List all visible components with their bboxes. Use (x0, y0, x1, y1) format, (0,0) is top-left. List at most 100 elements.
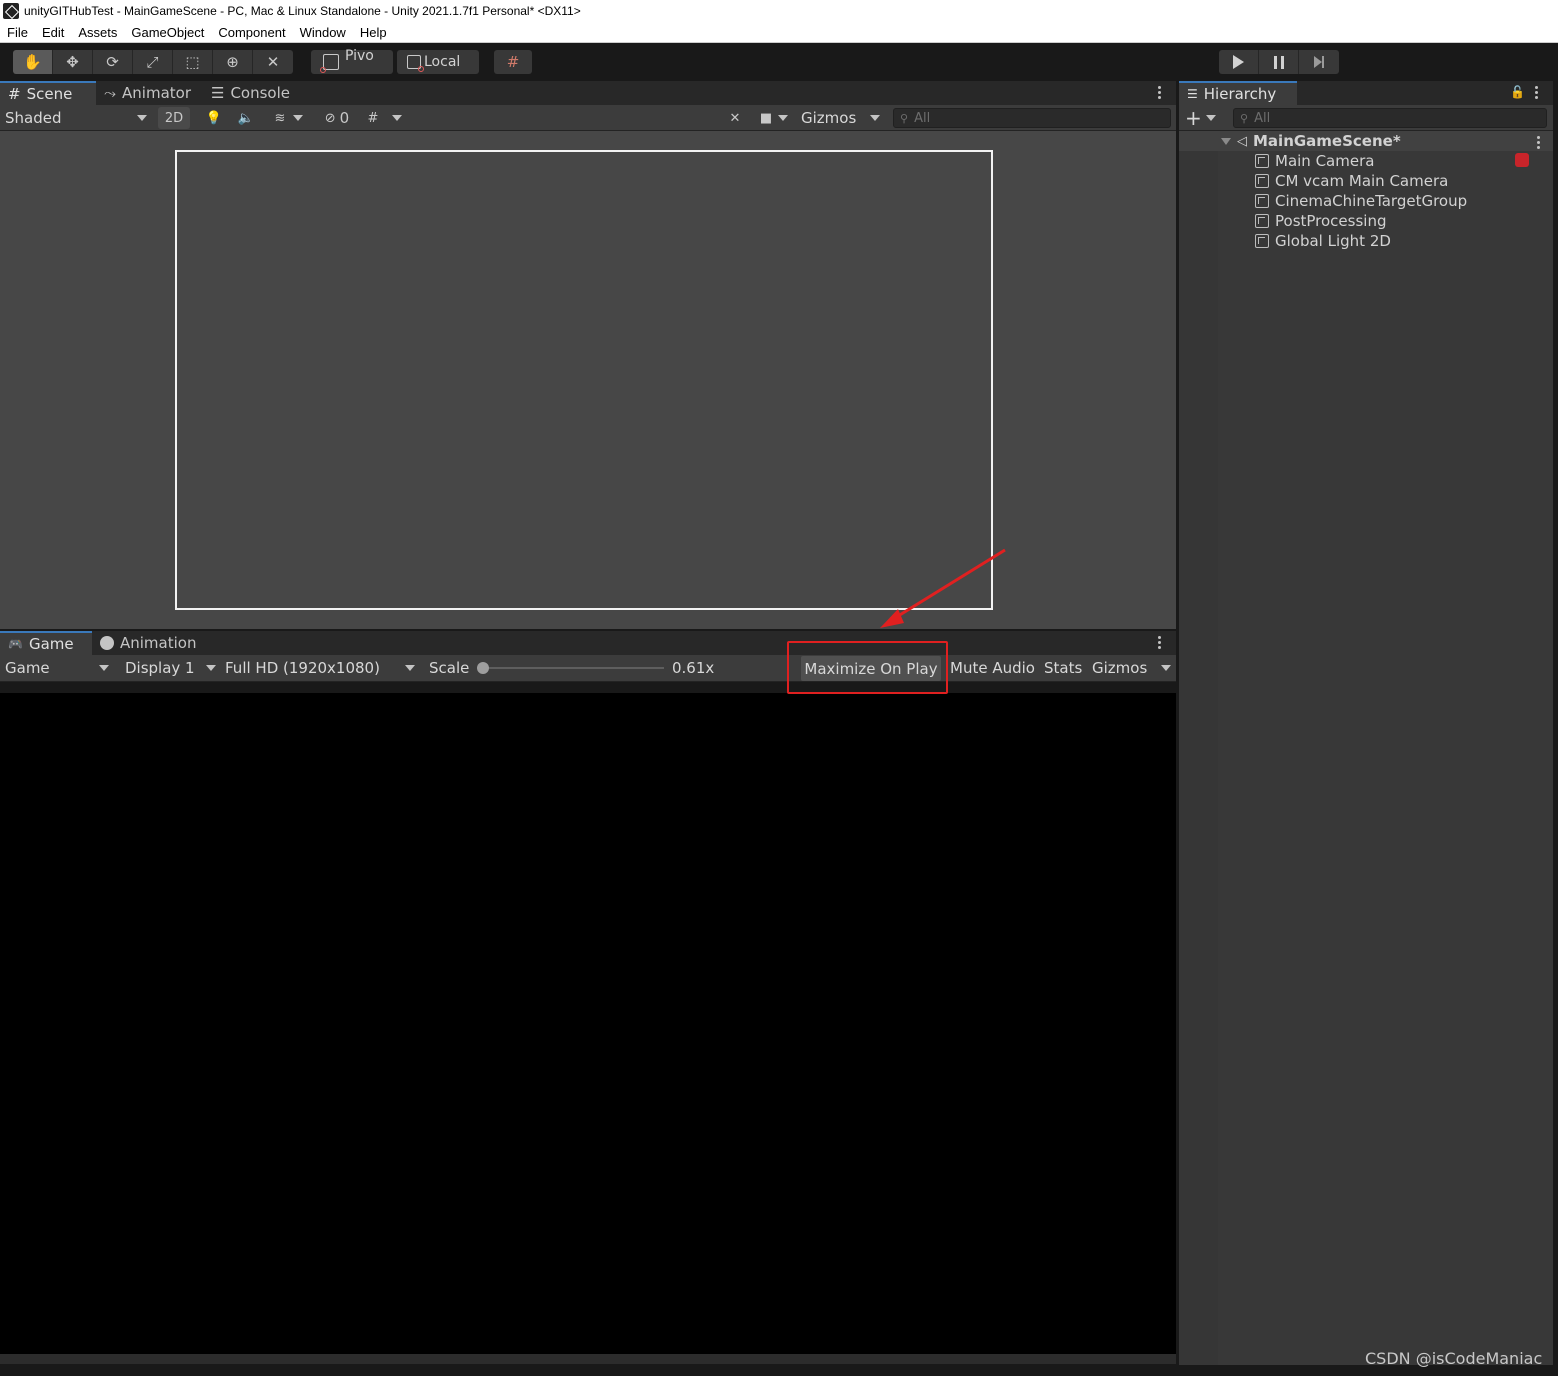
shading-dropdown[interactable]: Shaded (5, 105, 147, 131)
menu-window[interactable]: Window (293, 25, 353, 40)
grid-snap-icon: # (506, 53, 520, 71)
stats-label: Stats (1044, 659, 1083, 677)
game-viewport[interactable] (0, 693, 1176, 1354)
hand-tool-icon[interactable]: ✋ (13, 50, 53, 74)
stats-button[interactable]: Stats (1044, 655, 1082, 681)
camera-dropdown-icon[interactable]: ■ (755, 107, 793, 129)
pivot-toggle[interactable]: Pivo (311, 48, 393, 74)
resolution-dropdown[interactable]: Full HD (1920x1080) (225, 655, 415, 681)
play-icon (1233, 55, 1244, 69)
grid-snap-button[interactable]: # (494, 50, 532, 74)
hash-icon: # (8, 85, 21, 103)
menu-component[interactable]: Component (211, 25, 292, 40)
gameobject-cube-icon (1255, 174, 1269, 188)
title-bar: unityGITHubTest - MainGameScene - PC, Ma… (0, 0, 1558, 22)
chevron-down-icon (99, 665, 109, 671)
move-tool-icon[interactable]: ✥ (53, 50, 93, 74)
gamepad-icon: 🎮 (8, 637, 23, 651)
tab-hierarchy[interactable]: ☰ Hierarchy (1179, 81, 1297, 105)
local-toggle[interactable]: Local (397, 50, 479, 74)
tab-animation-label: Animation (120, 634, 197, 652)
pause-button[interactable] (1259, 50, 1299, 74)
rotate-tool-icon[interactable]: ⟳ (93, 50, 133, 74)
scale-tool-icon[interactable]: ⤢ (133, 50, 173, 74)
hierarchy-item[interactable]: CinemaChineTargetGroup (1255, 191, 1467, 211)
grid-toggle-icon[interactable]: # (360, 107, 410, 129)
chevron-down-icon (870, 115, 881, 121)
toggle-2d-label: 2D (164, 110, 184, 126)
hierarchy-item-label: CinemaChineTargetGroup (1275, 192, 1468, 210)
tab-scene[interactable]: # Scene (0, 81, 96, 105)
chevron-down-icon (405, 665, 415, 671)
lock-icon[interactable]: 🔓 (1510, 85, 1525, 99)
custom-tool-icon[interactable]: ✕ (253, 50, 293, 74)
tab-animator[interactable]: ⤳ Animator (96, 81, 203, 105)
tab-console[interactable]: ☰ Console (203, 81, 302, 105)
menu-gameobject[interactable]: GameObject (124, 25, 211, 40)
hierarchy-more-icon[interactable] (1534, 86, 1538, 99)
transform-tool-icon[interactable]: ⊕ (213, 50, 253, 74)
hierarchy-item-label: CM vcam Main Camera (1275, 172, 1449, 190)
hierarchy-item[interactable]: CM vcam Main Camera (1255, 171, 1448, 191)
mute-audio-label: Mute Audio (950, 659, 1035, 677)
game-scrollbar[interactable] (0, 1354, 1176, 1364)
rect-tool-icon[interactable]: ⬚ (173, 50, 213, 74)
game-more-icon[interactable] (1157, 636, 1161, 649)
create-dropdown[interactable]: + (1185, 105, 1219, 131)
camera-gizmo-icon[interactable] (1515, 153, 1529, 167)
scene-more-icon[interactable] (1157, 86, 1161, 99)
tools-icon[interactable]: ✕ (722, 107, 748, 129)
animator-icon: ⤳ (104, 84, 117, 102)
hidden-objects-toggle[interactable]: ⊘ 0 (318, 107, 356, 129)
camera-frame (175, 150, 993, 610)
menu-file[interactable]: File (0, 25, 35, 40)
gameobject-cube-icon (1255, 214, 1269, 228)
gameobject-cube-icon (1255, 234, 1269, 248)
mute-audio-button[interactable]: Mute Audio (950, 655, 1035, 681)
menu-assets[interactable]: Assets (71, 25, 124, 40)
scene-gizmos-dropdown[interactable]: Gizmos (801, 105, 881, 131)
hierarchy-item[interactable]: Global Light 2D (1255, 231, 1391, 251)
display-dropdown[interactable]: Display 1 (125, 655, 216, 681)
audio-toggle-icon[interactable]: 🔈 (232, 107, 260, 129)
gameobject-cube-icon (1255, 194, 1269, 208)
game-toolbar: Game Display 1 Full HD (1920x1080) Scale… (0, 655, 1176, 682)
scene-toolbar: Shaded 2D 💡 🔈 ≋ ⊘ 0 # ✕ ■ Gizmos ⚲ All (0, 105, 1176, 131)
play-button[interactable] (1219, 50, 1259, 74)
hierarchy-item-label: PostProcessing (1275, 212, 1387, 230)
eye-hidden-icon: ⊘ (324, 110, 336, 126)
unity-scene-icon: ◁ (1237, 133, 1247, 149)
chevron-down-icon (1205, 115, 1216, 121)
game-view-dropdown[interactable]: Game (5, 655, 109, 681)
hierarchy-search-input[interactable]: ⚲ All (1233, 108, 1547, 128)
game-gizmos-label: Gizmos (1092, 659, 1148, 677)
pivot-label: Pivo (345, 48, 374, 64)
scale-slider-handle[interactable] (477, 662, 489, 674)
transform-tools: ✋ ✥ ⟳ ⤢ ⬚ ⊕ ✕ (13, 50, 293, 74)
toggle-2d-button[interactable]: 2D (158, 107, 190, 129)
play-controls (1219, 50, 1339, 74)
tab-animation[interactable]: Animation (92, 631, 208, 655)
scale-slider-track[interactable] (482, 667, 664, 669)
hierarchy-gutter (1179, 131, 1218, 1365)
scene-tabbar: # Scene ⤳ Animator ☰ Console (0, 81, 1176, 105)
scene-root[interactable]: ◁ MainGameScene* (1221, 131, 1401, 151)
effects-toggle-icon[interactable]: ≋ (264, 107, 314, 129)
hierarchy-item[interactable]: Main Camera (1255, 151, 1374, 171)
clock-icon (100, 636, 114, 650)
step-button[interactable] (1299, 50, 1339, 74)
hierarchy-item[interactable]: PostProcessing (1255, 211, 1386, 231)
hierarchy-panel: ☰ Hierarchy 🔓 + ⚲ All ◁ MainGameScene* M… (1179, 81, 1553, 1365)
tab-game[interactable]: 🎮 Game (0, 631, 92, 655)
gameobject-cube-icon (1255, 154, 1269, 168)
lighting-toggle-icon[interactable]: 💡 (200, 107, 228, 129)
scene-search-input[interactable]: ⚲ All (893, 108, 1171, 128)
menu-help[interactable]: Help (353, 25, 394, 40)
hierarchy-toolbar: + ⚲ All (1179, 105, 1553, 131)
scene-name: MainGameScene* (1253, 132, 1401, 150)
chevron-down-icon (1161, 665, 1172, 671)
hierarchy-item-label: Main Camera (1275, 152, 1375, 170)
game-gizmos-dropdown[interactable]: Gizmos (1092, 655, 1172, 681)
menu-edit[interactable]: Edit (35, 25, 71, 40)
scene-row-more-icon[interactable] (1536, 136, 1540, 149)
